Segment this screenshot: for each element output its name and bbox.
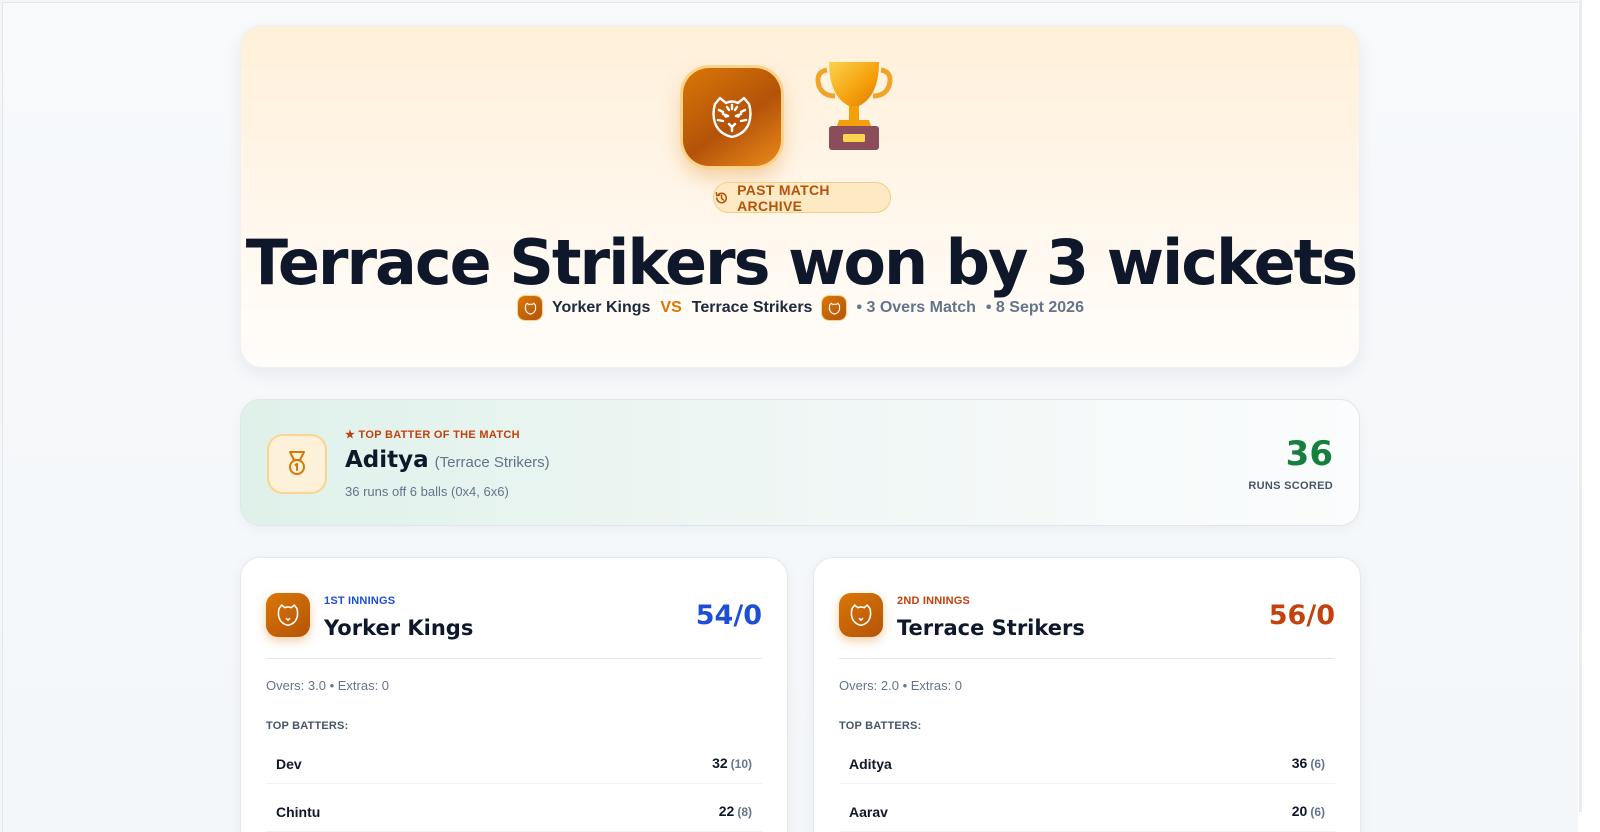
batter-row[interactable]: Dev 32 (10) xyxy=(266,744,762,784)
scrollbar[interactable] xyxy=(1578,0,1600,832)
match-result-title: Terrace Strikers won by 3 wickets xyxy=(245,226,1358,299)
archive-label: PAST MATCH ARCHIVE xyxy=(737,181,830,214)
divider xyxy=(839,658,1335,659)
batter-name: Chintu xyxy=(276,803,321,820)
innings-kicker: 1ST INNINGS xyxy=(324,595,396,607)
top-batters-label: TOP BATTERS: xyxy=(266,720,349,732)
batter-runs: 22 xyxy=(718,802,735,819)
batter-balls: (8) xyxy=(737,804,752,819)
match-date: • 8 Sept 2026 xyxy=(985,299,1084,316)
top-batter-name[interactable]: Aditya xyxy=(345,447,429,473)
medal-badge xyxy=(267,434,327,494)
batter-row[interactable]: Chintu 22 (8) xyxy=(266,792,762,832)
top-batter-team: (Terrace Strikers) xyxy=(434,454,550,471)
batter-runs: 20 xyxy=(1291,802,1308,819)
innings-team-name[interactable]: Terrace Strikers xyxy=(897,616,1085,640)
tiger-icon xyxy=(850,604,872,627)
team-logo xyxy=(266,593,310,637)
batter-score: 22 (8) xyxy=(719,803,752,821)
top-batter-name-row: Aditya (Terrace Strikers) xyxy=(345,447,550,473)
batter-balls: (6) xyxy=(1310,756,1325,771)
batter-score: 32 (10) xyxy=(712,755,752,773)
match-meta: Yorker Kings VS Terrace Strikers • 3 Ove… xyxy=(241,296,1361,320)
divider xyxy=(266,658,762,659)
history-icon xyxy=(715,191,728,203)
batter-runs: 36 xyxy=(1291,754,1308,771)
tiger-icon xyxy=(277,604,299,627)
top-batter-runs: 36 xyxy=(1285,434,1333,474)
batter-name: Aditya xyxy=(849,755,892,772)
top-batter-kicker: ★ TOP BATTER OF THE MATCH xyxy=(345,429,520,441)
overs-extras: Overs: 2.0 • Extras: 0 xyxy=(839,678,963,693)
team-logo xyxy=(839,593,883,637)
match-result-hero: PAST MATCH ARCHIVE Terrace Strikers won … xyxy=(240,25,1360,368)
batter-balls: (6) xyxy=(1310,804,1325,819)
versus-label: VS xyxy=(660,299,682,316)
trophy-icon xyxy=(815,62,893,150)
team-a-name[interactable]: Yorker Kings xyxy=(552,299,650,317)
innings-card-1: 1ST INNINGS Yorker Kings 54/0 Overs: 3.0… xyxy=(240,557,788,832)
scrollbar-thumb[interactable] xyxy=(1579,0,1582,812)
top-batter-card: ★ TOP BATTER OF THE MATCH Aditya (Terrac… xyxy=(240,399,1360,526)
batter-name: Dev xyxy=(276,755,302,772)
tiger-icon xyxy=(828,301,841,315)
batter-score: 36 (6) xyxy=(1292,755,1325,773)
innings-card-2: 2ND INNINGS Terrace Strikers 56/0 Overs:… xyxy=(813,557,1361,832)
team-b-logo xyxy=(822,296,847,320)
batter-balls: (10) xyxy=(730,756,752,771)
batter-name: Aarav xyxy=(849,803,888,820)
batter-row[interactable]: Aarav 20 (6) xyxy=(839,792,1335,832)
runs-scored-label: RUNS SCORED xyxy=(1248,480,1333,492)
batter-row[interactable]: Aditya 36 (6) xyxy=(839,744,1335,784)
medal-icon xyxy=(289,451,305,475)
innings-score: 54/0 xyxy=(695,600,762,631)
team-logo-badge xyxy=(683,68,781,166)
batter-runs: 32 xyxy=(712,754,728,771)
tiger-icon xyxy=(712,96,752,139)
top-batter-detail: 36 runs off 6 balls (0x4, 6x6) xyxy=(345,484,509,499)
tiger-icon xyxy=(524,301,536,315)
match-format: • 3 Overs Match xyxy=(856,299,976,316)
team-a-logo xyxy=(518,296,543,320)
batter-score: 20 (6) xyxy=(1292,803,1325,821)
innings-score: 56/0 xyxy=(1268,600,1335,631)
innings-team-name[interactable]: Yorker Kings xyxy=(324,616,473,640)
top-batters-label: TOP BATTERS: xyxy=(839,720,922,732)
archive-badge: PAST MATCH ARCHIVE xyxy=(713,181,891,214)
team-b-name[interactable]: Terrace Strikers xyxy=(692,299,813,317)
overs-extras: Overs: 3.0 • Extras: 0 xyxy=(266,678,390,693)
innings-kicker: 2ND INNINGS xyxy=(897,595,971,607)
